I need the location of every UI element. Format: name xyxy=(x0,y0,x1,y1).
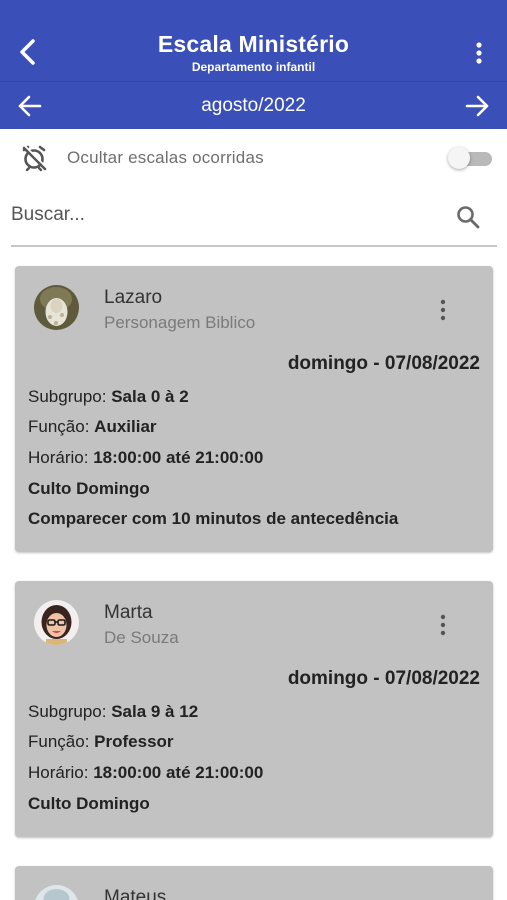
subgroup-line: Subgrupo: Sala 9 à 12 xyxy=(28,702,198,722)
person-name: Lazaro xyxy=(104,287,163,308)
role-value: Auxiliar xyxy=(94,417,157,436)
person-surname: De Souza xyxy=(104,628,179,647)
time-value: 18:00:00 até 21:00:00 xyxy=(93,763,264,782)
search-icon[interactable] xyxy=(455,204,481,230)
role-label: Função: xyxy=(28,417,90,436)
subgroup-label: Subgrupo: xyxy=(28,387,107,406)
arrow-right-icon[interactable] xyxy=(463,93,491,119)
time-label: Horário: xyxy=(28,448,89,467)
role-line: Função: Auxiliar xyxy=(28,417,157,437)
person-name: Marta xyxy=(104,602,153,623)
month-navigation: agosto/2022 xyxy=(0,81,507,129)
hide-past-row: Ocultar escalas ocorridas xyxy=(0,129,507,187)
role-label: Função: xyxy=(28,732,90,751)
arrow-left-icon[interactable] xyxy=(16,93,44,119)
role-line: Função: Professor xyxy=(28,732,174,752)
page-subtitle: Departamento infantil xyxy=(191,60,316,74)
time-line: Horário: 18:00:00 até 21:00:00 xyxy=(28,763,263,783)
schedule-card[interactable]: Lazaro Personagem Biblico domingo - 07/0… xyxy=(15,266,493,552)
time-value: 18:00:00 até 21:00:00 xyxy=(93,448,264,467)
search-bar xyxy=(11,192,497,247)
alarm-off-icon xyxy=(22,145,48,172)
subgroup-label: Subgrupo: xyxy=(28,702,107,721)
toggle-knob xyxy=(448,147,470,169)
avatar xyxy=(34,885,79,900)
role-value: Professor xyxy=(94,732,174,751)
event-name: Culto Domingo xyxy=(28,479,150,498)
avatar xyxy=(34,285,79,330)
avatar xyxy=(34,600,79,645)
more-vert-icon[interactable] xyxy=(435,298,451,322)
schedule-date: domingo - 07/08/2022 xyxy=(287,353,480,374)
title-block: Escala Ministério Departamento infantil xyxy=(60,30,447,75)
subgroup-line: Subgrupo: Sala 0 à 2 xyxy=(28,387,189,407)
time-label: Horário: xyxy=(28,763,89,782)
schedule-note: Comparecer com 10 minutos de antecedênci… xyxy=(28,509,399,528)
more-vert-icon[interactable] xyxy=(469,40,489,66)
schedule-card[interactable]: Marta De Souza domingo - 07/08/2022 Subg… xyxy=(15,581,493,837)
schedule-date: domingo - 07/08/2022 xyxy=(287,668,480,689)
more-vert-icon[interactable] xyxy=(435,613,451,637)
search-input[interactable] xyxy=(11,202,431,228)
hide-past-toggle[interactable] xyxy=(448,147,492,169)
app-bar: Escala Ministério Departamento infantil xyxy=(0,0,507,81)
time-line: Horário: 18:00:00 até 21:00:00 xyxy=(28,448,263,468)
schedule-card[interactable]: Mateus xyxy=(15,866,493,900)
arrow-back-ios-icon[interactable] xyxy=(14,36,42,68)
hide-past-label: Ocultar escalas ocorridas xyxy=(67,148,264,167)
page-title: Escala Ministério xyxy=(157,31,350,57)
current-month: agosto/2022 xyxy=(201,95,306,116)
subgroup-value: Sala 9 à 12 xyxy=(111,702,199,721)
person-name: Mateus xyxy=(104,887,167,900)
event-name: Culto Domingo xyxy=(28,794,150,813)
person-surname: Personagem Biblico xyxy=(104,313,256,332)
subgroup-value: Sala 0 à 2 xyxy=(111,387,189,406)
